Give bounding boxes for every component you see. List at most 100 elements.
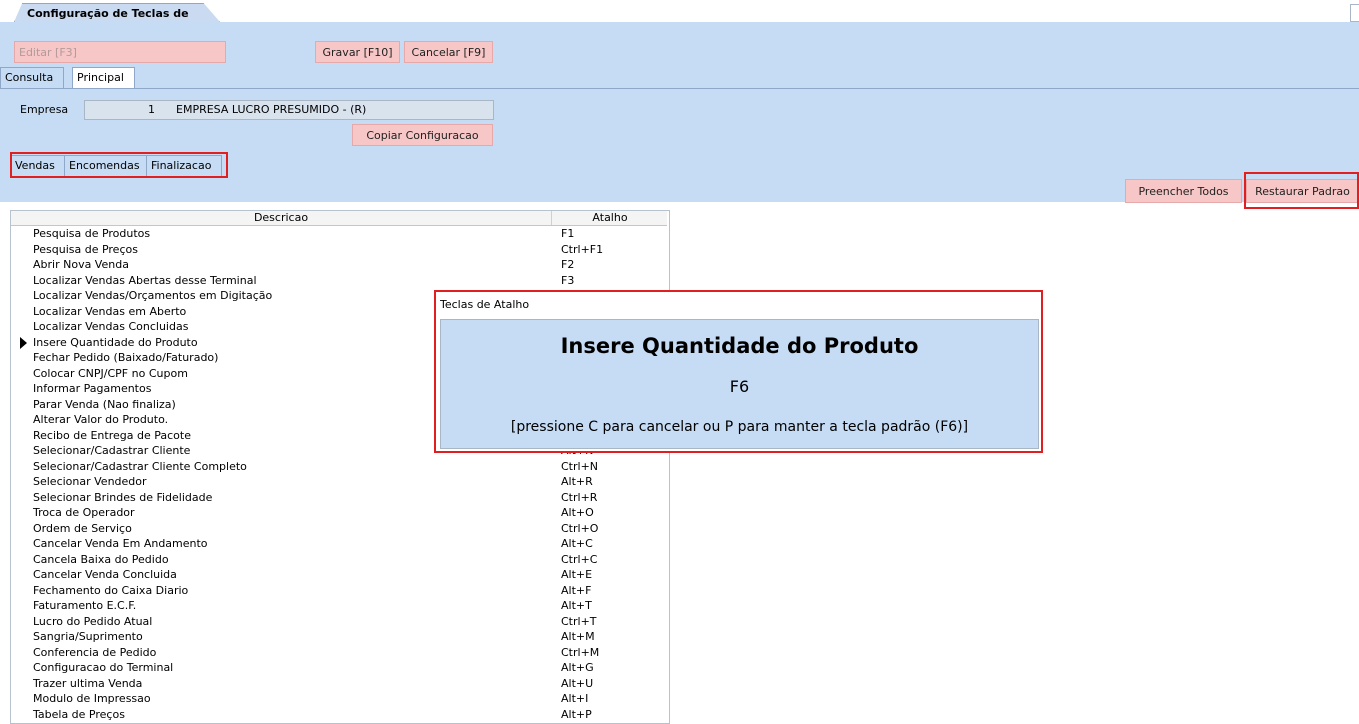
- row-description: Pesquisa de Preços: [33, 242, 138, 256]
- row-shortcut: F1: [561, 227, 575, 240]
- table-row[interactable]: Ordem de Serviço Ctrl+O: [11, 521, 667, 537]
- save-button[interactable]: Gravar [F10]: [315, 41, 400, 63]
- table-row[interactable]: Modulo de Impressao Alt+I: [11, 691, 667, 707]
- empresa-number: 1: [148, 103, 155, 116]
- row-indicator: [11, 583, 31, 599]
- row-indicator: [11, 521, 31, 537]
- row-description: Cancela Baixa do Pedido: [33, 552, 169, 566]
- row-description: Ordem de Serviço: [33, 521, 132, 535]
- row-description: Troca de Operador: [33, 506, 135, 519]
- grid-header: Descricao Atalho: [11, 211, 667, 226]
- document-tab[interactable]: Configuração de Teclas de Atalho×: [14, 3, 220, 22]
- tab-vendas[interactable]: Vendas: [10, 155, 66, 176]
- column-header-atalho[interactable]: Atalho: [551, 211, 668, 225]
- shortcut-dialog: Teclas de Atalho Insere Quantidade do Pr…: [434, 290, 1043, 453]
- table-row[interactable]: Sangria/Suprimento Alt+M: [11, 629, 667, 645]
- table-row[interactable]: Selecionar/Cadastrar Cliente Completo Ctr…: [11, 459, 667, 475]
- row-indicator: [11, 257, 31, 273]
- tab-consulta[interactable]: Consulta: [0, 67, 65, 88]
- tab-principal[interactable]: Principal: [72, 67, 135, 88]
- table-row[interactable]: Fechamento do Caixa Diario Alt+F: [11, 583, 667, 599]
- row-indicator: [11, 350, 31, 366]
- row-indicator: [11, 490, 31, 506]
- window-corner-button[interactable]: [1350, 4, 1359, 22]
- row-shortcut: Alt+T: [561, 599, 592, 612]
- tab-encomendas[interactable]: Encomendas: [64, 155, 151, 176]
- row-indicator: [11, 567, 31, 583]
- row-indicator: [11, 536, 31, 552]
- row-description: Trazer ultima Venda: [33, 676, 143, 690]
- row-indicator: [11, 288, 31, 304]
- row-description: Selecionar Brindes de Fidelidade: [33, 490, 213, 504]
- row-shortcut: Ctrl+N: [561, 459, 599, 473]
- dialog-body: Insere Quantidade do Produto F6 [pressio…: [440, 319, 1039, 449]
- row-description: Localizar Vendas Concluidas: [33, 320, 189, 333]
- table-row[interactable]: Selecionar Vendedor Alt+R: [11, 474, 667, 490]
- table-row[interactable]: Faturamento E.C.F. Alt+T: [11, 598, 667, 614]
- table-row[interactable]: Pesquisa de Produtos F1: [11, 226, 667, 242]
- row-indicator: [11, 505, 31, 521]
- row-shortcut: Alt+E: [561, 568, 593, 581]
- table-row[interactable]: Troca de Operador Alt+O: [11, 505, 667, 521]
- row-shortcut: Ctrl+M: [561, 645, 600, 659]
- row-indicator: [11, 660, 31, 676]
- row-shortcut: Alt+C: [561, 537, 593, 550]
- table-row[interactable]: Lucro do Pedido Atual Ctrl+T: [11, 614, 667, 630]
- row-indicator: [11, 412, 31, 428]
- table-row[interactable]: Tabela de Preços Alt+P: [11, 707, 667, 723]
- row-indicator: [11, 319, 31, 335]
- row-shortcut: Ctrl+R: [561, 490, 598, 504]
- dialog-key: F6: [729, 377, 750, 396]
- row-shortcut: Alt+P: [561, 707, 592, 721]
- restore-default-button[interactable]: Restaurar Padrao: [1246, 179, 1359, 203]
- document-tab-strip: Configuração de Teclas de Atalho×: [0, 0, 1359, 23]
- row-description: Selecionar/Cadastrar Cliente: [33, 444, 191, 457]
- row-indicator: [11, 629, 31, 645]
- row-description: Tabela de Preços: [33, 707, 125, 721]
- row-shortcut: Ctrl+F1: [561, 242, 604, 256]
- row-description: Informar Pagamentos: [33, 382, 152, 395]
- empresa-label: Empresa: [20, 103, 69, 116]
- table-row[interactable]: Cancela Baixa do Pedido Ctrl+C: [11, 552, 667, 568]
- row-shortcut: Alt+G: [561, 661, 594, 674]
- tab-divider: [0, 88, 1359, 89]
- dialog-title: Teclas de Atalho: [440, 298, 530, 311]
- row-indicator: [11, 242, 31, 258]
- row-description: Selecionar Vendedor: [33, 475, 147, 488]
- dialog-heading: Insere Quantidade do Produto: [560, 334, 919, 358]
- copy-config-button[interactable]: Copiar Configuracao: [352, 124, 493, 146]
- row-description: Localizar Vendas/Orçamentos em Digitação: [33, 289, 273, 302]
- shortcuts-grid: Descricao Atalho Pesquisa de Produtos F1 P…: [10, 210, 670, 724]
- row-indicator: [11, 381, 31, 397]
- fill-all-button[interactable]: Preencher Todos: [1125, 179, 1242, 203]
- row-description: Fechar Pedido (Baixado/Faturado): [33, 351, 219, 364]
- table-row[interactable]: Conferencia de Pedido Ctrl+M: [11, 645, 667, 661]
- table-row[interactable]: Cancelar Venda Em Andamento Alt+C: [11, 536, 667, 552]
- row-description: Conferencia de Pedido: [33, 645, 157, 659]
- table-row[interactable]: Localizar Vendas Abertas desse Terminal F…: [11, 273, 667, 289]
- table-row[interactable]: Trazer ultima Venda Alt+U: [11, 676, 667, 692]
- column-header-descricao[interactable]: Descricao: [11, 211, 551, 225]
- tab-finalizacao[interactable]: Finalizacao: [146, 155, 223, 176]
- row-indicator: [11, 226, 31, 242]
- cancel-button[interactable]: Cancelar [F9]: [404, 41, 493, 63]
- row-shortcut: F2: [561, 258, 575, 271]
- empresa-field[interactable]: 1 EMPRESA LUCRO PRESUMIDO - (R): [84, 100, 494, 120]
- row-indicator: [11, 366, 31, 382]
- row-description: Cancelar Venda Concluida: [33, 568, 177, 581]
- edit-button[interactable]: Editar [F3]: [14, 41, 226, 63]
- table-row[interactable]: Abrir Nova Venda F2: [11, 257, 667, 273]
- table-row[interactable]: Pesquisa de Preços Ctrl+F1: [11, 242, 667, 258]
- row-description: Colocar CNPJ/CPF no Cupom: [33, 366, 188, 380]
- table-row[interactable]: Selecionar Brindes de Fidelidade Ctrl+R: [11, 490, 667, 506]
- row-indicator: [11, 304, 31, 320]
- table-row[interactable]: Configuracao do Terminal Alt+G: [11, 660, 667, 676]
- row-description: Faturamento E.C.F.: [33, 599, 137, 612]
- row-description: Modulo de Impressao: [33, 692, 151, 705]
- row-indicator: [11, 598, 31, 614]
- table-row[interactable]: Cancelar Venda Concluida Alt+E: [11, 567, 667, 583]
- empresa-name: EMPRESA LUCRO PRESUMIDO - (R): [176, 103, 367, 116]
- dialog-hint: [pressione C para cancelar ou P para man…: [510, 419, 969, 435]
- row-indicator: [11, 459, 31, 475]
- row-description: Lucro do Pedido Atual: [33, 614, 153, 628]
